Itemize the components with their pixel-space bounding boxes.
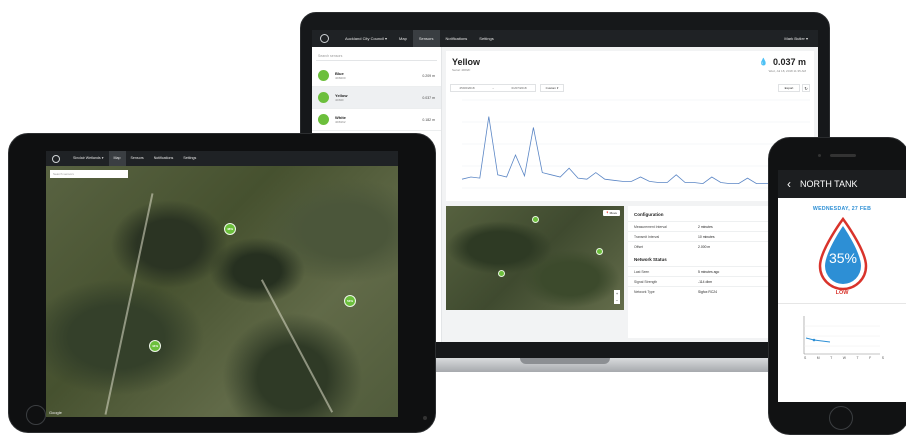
nav-settings[interactable]: Settings (178, 151, 201, 166)
sensor-title: Yellow (452, 57, 481, 67)
chart-series-line (461, 116, 810, 185)
weekly-level-chart (803, 316, 880, 355)
sensor-map[interactable]: 📍Move + − (446, 206, 624, 310)
org-selector[interactable]: Auckland City Council ▾ (339, 30, 393, 47)
user-menu[interactable]: Mark Butler ▾ (784, 36, 808, 41)
phone-screen: ‹ NORTH TANK WEDNESDAY, 27 FEB 35% LOW S… (778, 170, 906, 402)
water-level-chart (461, 99, 810, 189)
sensor-id: 4D8162 (335, 120, 346, 124)
map-road (104, 193, 154, 415)
current-reading: 0.037 m (772, 57, 806, 67)
sensor-serial: Serial: 4D82F (452, 68, 471, 72)
phone-camera-icon (818, 154, 821, 157)
reading-timestamp: Wed, Jul 18, 2018 11:35 AM (768, 69, 806, 73)
move-button[interactable]: 📍Move (602, 210, 620, 216)
export-button[interactable]: Export (778, 84, 800, 92)
tank-level: 35% (828, 250, 858, 266)
sensor-status-icon (318, 114, 329, 125)
nav-map[interactable]: Map (393, 30, 413, 47)
phone-home-button (829, 406, 853, 430)
laptop-notch (520, 358, 610, 364)
phone-header: ‹ NORTH TANK (778, 170, 906, 198)
refresh-icon[interactable]: ↻ (802, 84, 810, 92)
sensor-search-input[interactable]: Search sensors (316, 51, 437, 61)
map-marker[interactable]: 53% (344, 295, 356, 307)
map-search-input[interactable]: Search sensors (50, 170, 128, 178)
laptop-top-nav: Auckland City Council ▾ Map Sensors Noti… (312, 30, 818, 47)
arrow-right-icon: → (491, 86, 495, 90)
app-logo-icon[interactable] (320, 34, 329, 43)
map-marker[interactable] (498, 270, 505, 277)
zoom-control[interactable]: + − (614, 290, 620, 304)
zoom-out-button[interactable]: − (614, 297, 620, 304)
date-range-picker[interactable]: 25/06/2018 → 01/07/2018 (450, 84, 536, 92)
tablet-top-nav: Sinclair Wetlands ▾ Map Sensors Notifica… (46, 151, 398, 166)
move-label: Move (609, 211, 617, 215)
water-drop-icon: 💧 (759, 59, 768, 66)
tablet-map-screen[interactable]: Sinclair Wetlands ▾ Map Sensors Notifica… (46, 151, 398, 417)
reading-date: WEDNESDAY, 27 FEB (812, 206, 872, 212)
sensor-list-item[interactable]: Blue 4D8200 0.209 m (312, 65, 441, 87)
level-status: LOW (835, 290, 849, 296)
org-selector[interactable]: Sinclair Wetlands ▾ (68, 151, 109, 166)
sensor-list-item[interactable]: White 4D8162 0.182 m (312, 109, 441, 131)
sensor-value: 0.209 m (422, 73, 435, 78)
nav-sensors[interactable]: Sensors (126, 151, 149, 166)
nav-notifications[interactable]: Notifications (149, 151, 179, 166)
phone-speaker (830, 154, 856, 157)
tank-title: NORTH TANK (800, 179, 858, 189)
sensor-value: 0.037 m (422, 95, 435, 100)
sensor-status-icon (318, 70, 329, 81)
sensor-id: 4D8200 (335, 76, 346, 80)
zoom-in-button[interactable]: + (614, 290, 620, 297)
map-marker[interactable]: 48% (224, 223, 236, 235)
date-from: 25/06/2018 (459, 86, 475, 90)
map-marker[interactable] (596, 248, 603, 255)
tablet-camera-icon (423, 416, 427, 420)
sensor-value: 0.182 m (422, 117, 435, 122)
nav-map[interactable]: Map (108, 151, 126, 166)
sensor-detail-panel: Yellow Serial: 4D82F 💧 0.037 m Wed, Jul … (446, 51, 814, 201)
weekday-labels: SMTWTFS (804, 356, 884, 360)
custom-range-dropdown[interactable]: Custom ▾ (540, 84, 564, 92)
nav-settings[interactable]: Settings (473, 30, 499, 47)
sensor-list-item[interactable]: Yellow 4D82F 0.037 m (312, 87, 441, 109)
map-attribution: Google (49, 410, 62, 415)
nav-sensors[interactable]: Sensors (412, 30, 440, 47)
sensor-status-icon (318, 92, 329, 103)
nav-notifications[interactable]: Notifications (440, 30, 474, 47)
app-logo-icon[interactable] (52, 154, 60, 163)
map-marker[interactable] (532, 216, 539, 223)
date-to: 01/07/2018 (511, 86, 527, 90)
tablet-home-button (26, 405, 46, 425)
sensor-id: 4D82F (335, 98, 345, 102)
back-chevron-icon[interactable]: ‹ (778, 177, 800, 191)
map-marker[interactable]: 44% (149, 340, 161, 352)
map-road (260, 279, 334, 413)
divider (778, 303, 906, 304)
